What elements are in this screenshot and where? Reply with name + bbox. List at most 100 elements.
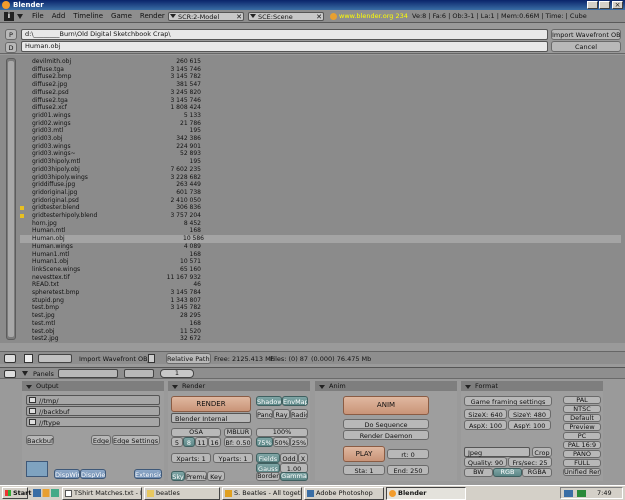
file-row[interactable]: Human1.mtl 168 [26, 251, 201, 259]
folder-icon[interactable] [29, 408, 36, 414]
start-button[interactable]: Start [2, 487, 32, 499]
file-name[interactable]: test.obj [32, 328, 55, 336]
extensions-button[interactable]: Extensions [134, 469, 162, 479]
file-name[interactable]: gridtester.blend [32, 204, 80, 212]
menu-add[interactable]: Add [52, 10, 66, 23]
percent-25-button[interactable]: 25% [290, 437, 308, 447]
file-row[interactable]: diffuse2.jpg 381 547 [26, 81, 201, 89]
mblur-button[interactable]: MBLUR [224, 428, 252, 437]
start-frame-field[interactable]: Sta: 1 [343, 465, 385, 475]
aspy-field[interactable]: AspY: 100 [508, 420, 551, 430]
menu-file[interactable]: File [32, 10, 44, 23]
import-button[interactable]: Import Wavefront OBJ [551, 29, 621, 40]
file-name[interactable]: horn.jpg [32, 220, 57, 228]
crop-button[interactable]: Crop [532, 447, 552, 457]
quality-field[interactable]: Quality: 90 [464, 457, 507, 467]
file-row[interactable]: Human1.obj 10 571 [26, 258, 201, 266]
file-row[interactable]: grid02.wings 21 786 [26, 120, 201, 128]
file-name[interactable]: grid03hipoly.mtl [32, 158, 80, 166]
xparts-field[interactable]: Xparts: 1 [171, 453, 211, 463]
path-text[interactable]: d:\________Burn\Old Digital Sketchbook C… [25, 30, 171, 39]
shadow-button[interactable]: Shadow [256, 396, 282, 406]
render-panel-header[interactable]: Render [168, 381, 310, 391]
screen-close-icon[interactable]: ✕ [236, 13, 242, 21]
file-name[interactable]: grid03.wings~ [32, 150, 76, 158]
file-row[interactable]: grid03.mtl 195 [26, 127, 201, 135]
menu-timeline[interactable]: Timeline [73, 10, 103, 23]
fps-field[interactable]: Frs/sec: 25 [508, 457, 552, 467]
file-name[interactable]: Human.mtl [32, 227, 65, 235]
file-name[interactable]: diffuse2.psd [32, 89, 69, 97]
filetype-text[interactable]: Jpeg [468, 449, 482, 457]
file-name[interactable]: spheretest.bmp [32, 289, 79, 297]
end-frame-field[interactable]: End: 250 [387, 465, 429, 475]
file-row[interactable]: grid03hipoly.wings 3 228 682 [26, 174, 201, 182]
render-engine-text[interactable]: Blender Internal [175, 415, 227, 423]
close-button[interactable]: × [612, 1, 623, 9]
odd-button[interactable]: Odd [280, 453, 298, 463]
game-framing-button[interactable]: Game framing settings [464, 396, 552, 406]
quicklaunch-icons[interactable] [33, 489, 59, 497]
file-row[interactable]: gridoriginal.jpg 601 738 [26, 189, 201, 197]
file-row[interactable]: grid03hipoly.obj 7 602 235 [26, 166, 201, 174]
file-name[interactable]: diffuse2.jpg [32, 81, 67, 89]
output-path-text[interactable]: //tmp/ [39, 397, 59, 405]
file-name[interactable]: grid03.obj [32, 135, 62, 143]
file-name[interactable]: diffuse2.bmp [32, 73, 71, 81]
play-button[interactable]: PLAY [343, 446, 385, 462]
file-name[interactable]: diffuse.tga [32, 66, 64, 74]
preset-ntsc[interactable]: NTSC [563, 405, 601, 413]
buttons-window-icon[interactable] [4, 370, 16, 378]
do-sequence-button[interactable]: Do Sequence [343, 419, 429, 429]
file-row[interactable]: grid03.wings~ 52 893 [26, 150, 201, 158]
preset-pal169[interactable]: PAL 16:9 [563, 441, 601, 449]
info-icon[interactable]: i [4, 12, 14, 21]
x-button[interactable]: X [298, 453, 308, 463]
sort-icons[interactable] [38, 354, 72, 363]
file-name[interactable]: stupid.png [32, 297, 64, 305]
taskbar-item-label[interactable]: Adobe Photoshop [316, 489, 373, 497]
preset-pc[interactable]: PC [563, 432, 601, 440]
file-name[interactable]: grid03hipoly.wings [32, 174, 88, 182]
file-row[interactable]: diffuse2.tga 3 145 746 [26, 97, 201, 105]
file-name[interactable]: diffuse2.xcf [32, 104, 67, 112]
format-collapse-icon[interactable] [465, 383, 474, 391]
osa-11[interactable]: 11 [195, 437, 208, 447]
file-row[interactable]: Human.wings 4 089 [26, 243, 201, 251]
edge-settings-button[interactable]: Edge Settings >> [112, 435, 160, 445]
file-name[interactable]: gridoriginal.psd [32, 197, 79, 205]
percent-100-button[interactable]: 100% [256, 428, 308, 437]
file-name[interactable]: diffuse2.tga [32, 97, 68, 105]
file-name[interactable]: Human.wings [32, 243, 73, 251]
file-row[interactable]: devilmith.obj 260 615 [26, 58, 201, 66]
taskbar-item-label[interactable]: TShirt Matches.txt - Note... [74, 489, 141, 497]
yparts-field[interactable]: Yparts: 1 [213, 453, 253, 463]
osa-16[interactable]: 16 [208, 437, 221, 447]
file-row[interactable]: grid03.obj 342 386 [26, 135, 201, 143]
file-name[interactable]: test.bmp [32, 304, 59, 312]
file-row[interactable]: gridtesterhipoly.blend 3 757 204 [20, 212, 201, 220]
output-path-0[interactable]: //tmp/ [26, 395, 160, 405]
file-name[interactable]: READ.txt [32, 281, 59, 289]
file-name[interactable]: test.mtl [32, 320, 55, 328]
ray-button[interactable]: Ray [273, 409, 290, 419]
sizex-field[interactable]: SizeX: 640 [464, 409, 507, 419]
render-engine-select[interactable]: Blender Internal [171, 413, 251, 423]
taskbar-item-photoshop[interactable]: Adobe Photoshop [304, 487, 384, 500]
bf-field[interactable]: Bf: 0.50 [224, 437, 252, 447]
folder-icon[interactable] [29, 419, 36, 425]
screen-selector[interactable]: SCR:2-Model ✕ [168, 12, 244, 21]
render-daemon-button[interactable]: Render Daemon [343, 430, 429, 440]
file-row[interactable]: grid03hipoly.mtl 195 [26, 158, 201, 166]
file-row[interactable]: horn.jpg 8 452 [26, 220, 201, 228]
filename-field[interactable]: Human.obj [21, 41, 548, 52]
preset-pano[interactable]: PANO [563, 450, 601, 458]
sky-button[interactable]: Sky [171, 471, 185, 481]
radio-button[interactable]: Radio [290, 409, 308, 419]
view-mode-icon[interactable] [24, 354, 33, 363]
screen-name[interactable]: SCR:2-Model [178, 13, 219, 21]
premul-button[interactable]: Premul [185, 471, 207, 481]
file-row[interactable]: gridoriginal.psd 2 410 050 [26, 197, 201, 205]
scene-name[interactable]: SCE:Scene [258, 13, 293, 21]
minimize-button[interactable] [587, 1, 598, 9]
